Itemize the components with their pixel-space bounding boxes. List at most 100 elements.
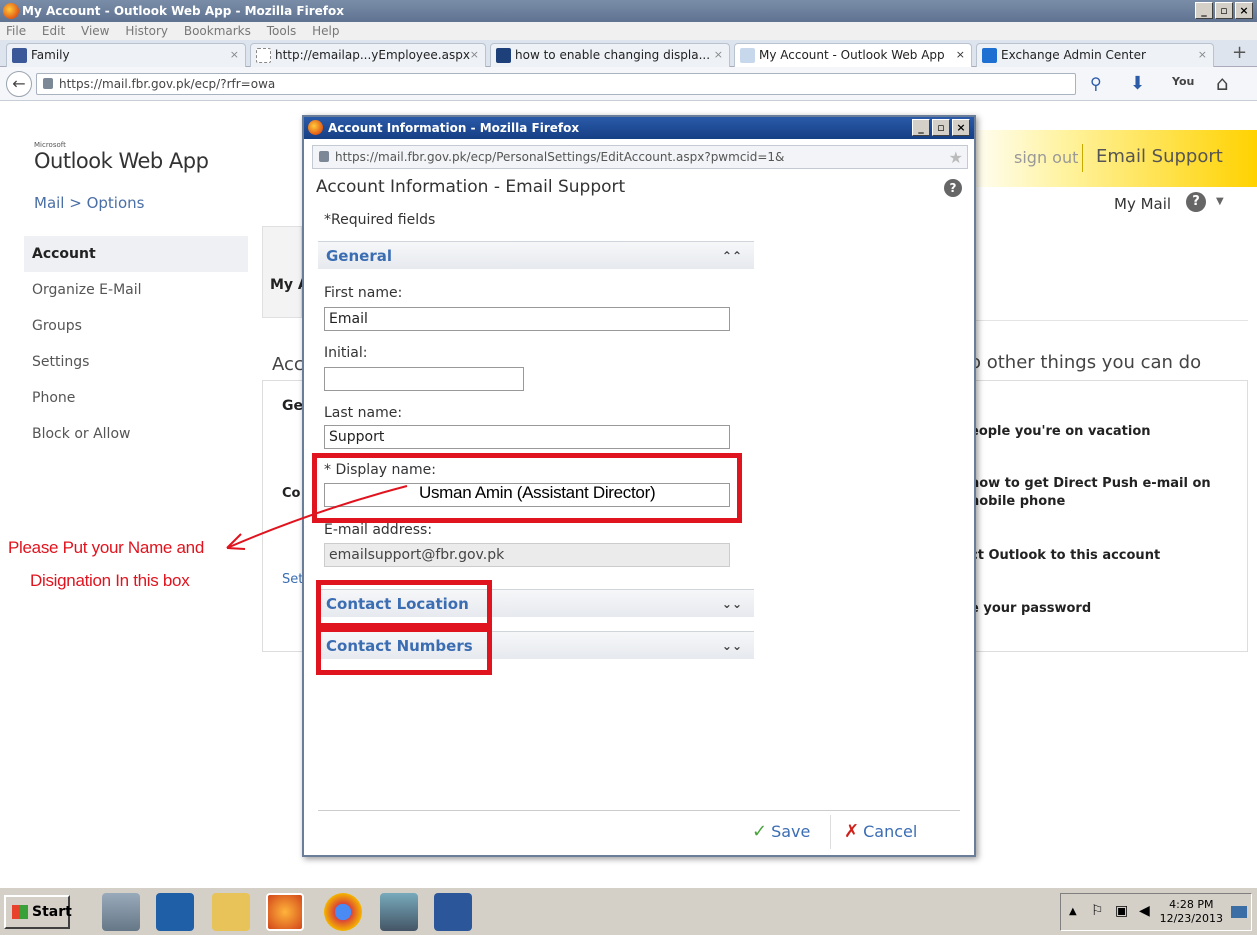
show-desktop-icon[interactable] [1231,906,1247,918]
tab-family[interactable]: Family × [6,43,246,67]
browser-window-title: My Account - Outlook Web App - Mozilla F… [22,4,344,18]
bookmark-star-icon[interactable]: ★ [949,147,963,169]
menu-edit[interactable]: Edit [42,24,65,38]
direct-push-link[interactable]: how to get Direct Push e-mail on [970,476,1211,491]
mail-icon [740,48,755,63]
firefox-icon [308,120,323,135]
home-icon[interactable]: ⌂ [1216,71,1229,95]
connect-outlook-link[interactable]: ct Outlook to this account [970,548,1160,563]
tab-emailapp[interactable]: http://emailap...yEmployee.aspx × [250,43,486,67]
network-app-icon[interactable] [102,893,140,931]
collapse-icon: ⌃⌃ [721,249,742,263]
tab-my-account[interactable]: My Account - Outlook Web App × [734,43,972,67]
menu-bookmarks[interactable]: Bookmarks [184,24,251,38]
close-tab-icon[interactable]: × [714,44,723,66]
remote-desktop-icon[interactable] [380,893,418,931]
powershell-icon[interactable] [156,893,194,931]
section-general[interactable]: General ⌃⌃ [318,241,754,269]
maximize-button[interactable]: ▫ [1215,2,1233,19]
chevron-down-icon[interactable]: ▼ [1216,196,1224,207]
new-tab-button[interactable]: + [1232,42,1247,63]
close-button[interactable]: × [1235,2,1253,19]
tab-bar: Family × http://emailap...yEmployee.aspx… [0,40,1257,67]
popup-maximize-button[interactable]: ▫ [932,119,950,136]
system-tray: ▲ ⚐ ▣ ◀ 4:28 PM 12/23/2013 [1060,893,1252,931]
user-name[interactable]: Email Support [1096,146,1223,167]
lock-icon [43,78,53,89]
menu-help[interactable]: Help [312,24,339,38]
sidebar-item-groups[interactable]: Groups [24,308,248,344]
start-button[interactable]: Start [4,895,72,929]
download-icon[interactable]: ⬇ [1130,73,1145,94]
settings-link-fragment[interactable]: Set [282,572,303,587]
firefox-icon [3,3,19,19]
chrome-icon[interactable] [324,893,362,931]
page-icon [256,48,271,63]
youtube-icon[interactable]: You [1172,75,1194,88]
sidebar-item-organize-email[interactable]: Organize E-Mail [24,272,248,308]
menu-bar: File Edit View History Bookmarks Tools H… [0,22,1257,40]
close-tab-icon[interactable]: × [1198,44,1207,66]
general-fragment: Ge [282,398,303,414]
breadcrumb[interactable]: Mail > Options [34,194,144,212]
account-tile [262,226,302,318]
firefox-taskbar-icon[interactable] [266,893,304,931]
menu-file[interactable]: File [6,24,26,38]
sidebar-item-phone[interactable]: Phone [24,380,248,416]
owa-logo: Outlook Web App [34,149,209,173]
tab-how-to[interactable]: how to enable changing displa... × [490,43,730,67]
flag-icon[interactable]: ⚐ [1091,903,1104,919]
sidebar-item-settings[interactable]: Settings [24,344,248,380]
menu-view[interactable]: View [81,24,109,38]
annotation-line-2: Disignation In this box [30,571,190,590]
change-password-link[interactable]: e your password [970,601,1091,616]
header-divider [1082,144,1083,172]
sidebar-item-account[interactable]: Account [24,236,248,272]
my-mail-link[interactable]: My Mail [1114,195,1171,213]
minimize-button[interactable]: _ [1195,2,1213,19]
microsoft-label: Microsoft [34,141,66,149]
initial-label: Initial: [324,345,368,361]
save-button[interactable]: ✓ Save [752,821,810,842]
windows-flag-icon [12,905,28,919]
other-things-title: o other things you can do [970,352,1202,373]
word-icon[interactable] [434,893,472,931]
annotation-line-1: Please Put your Name and [8,538,204,557]
annotation-arrow [226,485,408,550]
last-name-label: Last name: [324,405,403,421]
divider [976,320,1248,321]
popup-close-button[interactable]: × [952,119,970,136]
search-icon[interactable]: ⚲ [1090,74,1102,93]
sidebar-item-block-or-allow[interactable]: Block or Allow [24,416,248,452]
show-hidden-icon[interactable]: ▲ [1069,906,1077,917]
close-tab-icon[interactable]: × [956,44,965,66]
initial-input[interactable] [324,367,524,391]
cancel-button[interactable]: ✗ Cancel [844,821,917,842]
first-name-input[interactable]: Email [324,307,730,331]
tn-icon [496,48,511,63]
lock-icon [319,151,329,162]
menu-history[interactable]: History [125,24,168,38]
cancel-x-icon: ✗ [844,821,860,842]
help-icon[interactable]: ? [944,179,962,197]
folder-icon[interactable] [212,893,250,931]
close-tab-icon[interactable]: × [230,44,239,66]
volume-icon[interactable]: ◀ [1139,903,1150,919]
popup-window-title: Account Information - Mozilla Firefox [328,121,580,135]
help-icon[interactable]: ? [1186,192,1206,212]
url-bar[interactable]: https://mail.fbr.gov.pk/ecp/?rfr=owa [36,73,1076,95]
popup-url-bar[interactable]: https://mail.fbr.gov.pk/ecp/PersonalSett… [312,145,968,169]
popup-minimize-button[interactable]: _ [912,119,930,136]
last-name-input[interactable]: Support [324,425,730,449]
vacation-link[interactable]: eople you're on vacation [970,424,1151,439]
account-heading-fragment: Acc [272,354,304,375]
sign-out-link[interactable]: sign out [1014,148,1078,167]
tab-exchange-admin[interactable]: Exchange Admin Center × [976,43,1214,67]
direct-push-link-line2[interactable]: nobile phone [970,494,1065,509]
popup-title-bar: Account Information - Mozilla Firefox _ … [304,117,974,139]
clock[interactable]: 4:28 PM 12/23/2013 [1160,898,1223,926]
close-tab-icon[interactable]: × [470,44,479,66]
back-button[interactable]: ← [6,71,32,97]
network-icon[interactable]: ▣ [1115,903,1128,919]
menu-tools[interactable]: Tools [267,24,297,38]
